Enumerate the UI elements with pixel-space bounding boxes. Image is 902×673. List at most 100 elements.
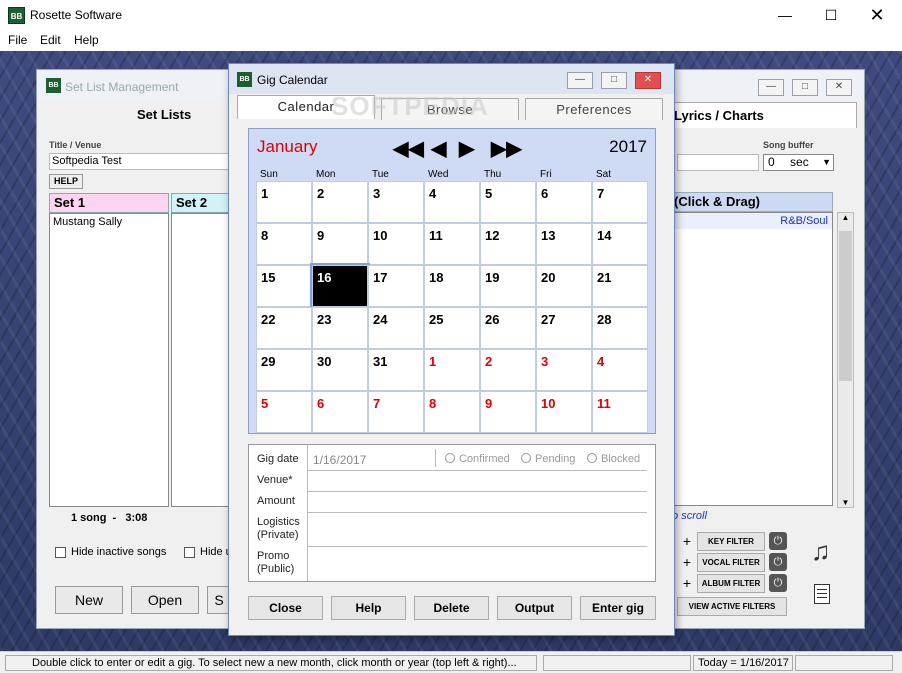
- help-dialog-button[interactable]: Help: [331, 596, 406, 620]
- setlist-close-button[interactable]: ✕: [826, 79, 852, 96]
- calendar-day-cell[interactable]: 29: [256, 349, 312, 391]
- calendar-day-cell[interactable]: 22: [256, 307, 312, 349]
- amount-field[interactable]: [309, 492, 649, 512]
- calendar-day-cell[interactable]: 25: [424, 307, 480, 349]
- calendar-day-cell[interactable]: 5: [480, 181, 536, 223]
- calendar-day-cell[interactable]: 23: [312, 307, 368, 349]
- calendar-day-cell[interactable]: 15: [256, 265, 312, 307]
- calendar-day-cell[interactable]: 26: [480, 307, 536, 349]
- calendar-day-cell[interactable]: 3: [368, 181, 424, 223]
- power-icon[interactable]: ⏻: [769, 532, 787, 550]
- calendar-day-cell[interactable]: 19: [480, 265, 536, 307]
- menu-edit[interactable]: Edit: [40, 33, 61, 47]
- blocked-radio[interactable]: Blocked: [587, 453, 640, 465]
- year-selector[interactable]: 2017: [609, 137, 647, 157]
- calendar-day-cell[interactable]: 9: [480, 391, 536, 433]
- list-item[interactable]: Mustang Sally: [50, 214, 168, 230]
- setlist-minimize-button[interactable]: —: [758, 79, 784, 96]
- title-venue-input[interactable]: Softpedia Test: [49, 153, 229, 170]
- set2-list[interactable]: [171, 213, 231, 507]
- calendar-day-cell[interactable]: 3: [536, 349, 592, 391]
- calendar-day-cell[interactable]: 2: [480, 349, 536, 391]
- scrollbar-thumb[interactable]: [839, 231, 852, 381]
- calendar-day-cell[interactable]: 7: [368, 391, 424, 433]
- new-button[interactable]: New: [55, 586, 123, 614]
- month-selector[interactable]: January: [257, 137, 317, 157]
- calendar-day-cell[interactable]: 1: [256, 181, 312, 223]
- gig-restore-button[interactable]: □: [601, 72, 627, 89]
- confirmed-radio[interactable]: Confirmed: [445, 453, 510, 465]
- calendar-day-cell[interactable]: 9: [312, 223, 368, 265]
- calendar-day-cell[interactable]: 1: [424, 349, 480, 391]
- prev-year-button[interactable]: ◀◀: [393, 139, 424, 159]
- open-button[interactable]: Open: [131, 586, 199, 614]
- close-button[interactable]: Close: [248, 596, 323, 620]
- calendar-day-cell[interactable]: 5: [256, 391, 312, 433]
- gig-minimize-button[interactable]: —: [567, 72, 593, 89]
- logistics-field[interactable]: [309, 513, 649, 545]
- calendar-day-cell[interactable]: 11: [592, 391, 648, 433]
- prev-month-button[interactable]: ◀: [431, 139, 446, 159]
- calendar-day-cell[interactable]: 20: [536, 265, 592, 307]
- hide-inactive-checkbox[interactable]: [55, 547, 66, 558]
- add-vocal-filter-button[interactable]: +: [679, 553, 695, 572]
- list-item[interactable]: R&B/Soul: [670, 213, 832, 229]
- tab-lyrics-charts[interactable]: Lyrics / Charts: [669, 102, 857, 128]
- calendar-day-cell[interactable]: 10: [368, 223, 424, 265]
- pending-radio[interactable]: Pending: [521, 453, 575, 465]
- hide-other-checkbox[interactable]: [184, 547, 195, 558]
- setlist-restore-button[interactable]: □: [792, 79, 818, 96]
- maximize-button[interactable]: ☐: [808, 0, 854, 31]
- add-album-filter-button[interactable]: +: [679, 574, 695, 593]
- next-month-button[interactable]: ▶: [459, 139, 474, 159]
- calendar-day-cell[interactable]: 11: [424, 223, 480, 265]
- calendar-day-cell[interactable]: 4: [424, 181, 480, 223]
- power-icon[interactable]: ⏻: [769, 553, 787, 571]
- menu-help[interactable]: Help: [74, 33, 99, 47]
- add-key-filter-button[interactable]: +: [679, 532, 695, 551]
- document-icon[interactable]: [814, 584, 830, 604]
- calendar-day-cell[interactable]: 30: [312, 349, 368, 391]
- close-window-button[interactable]: ✕: [854, 0, 900, 31]
- gig-date-value[interactable]: 1/16/2017: [313, 453, 366, 467]
- set1-column-header[interactable]: Set 1: [49, 193, 169, 213]
- calendar-day-cell[interactable]: 27: [536, 307, 592, 349]
- output-button[interactable]: Output: [497, 596, 572, 620]
- calendar-day-cell[interactable]: 18: [424, 265, 480, 307]
- power-icon[interactable]: ⏻: [769, 574, 787, 592]
- calendar-day-cell[interactable]: 4: [592, 349, 648, 391]
- calendar-day-cell[interactable]: 7: [592, 181, 648, 223]
- song-library-list[interactable]: R&B/Soul: [669, 212, 833, 506]
- calendar-day-cell[interactable]: 14: [592, 223, 648, 265]
- calendar-day-cell[interactable]: 8: [424, 391, 480, 433]
- calendar-day-cell[interactable]: 16: [310, 263, 370, 309]
- promo-field[interactable]: [309, 547, 649, 579]
- scroll-up-icon[interactable]: ▲: [838, 213, 853, 222]
- calendar-day-cell[interactable]: 8: [256, 223, 312, 265]
- next-year-button[interactable]: ▶▶: [491, 139, 522, 159]
- calendar-day-cell[interactable]: 6: [312, 391, 368, 433]
- calendar-day-cell[interactable]: 21: [592, 265, 648, 307]
- menu-file[interactable]: File: [8, 33, 27, 47]
- calendar-day-cell[interactable]: 28: [592, 307, 648, 349]
- calendar-day-cell[interactable]: 24: [368, 307, 424, 349]
- calendar-day-cell[interactable]: 2: [312, 181, 368, 223]
- enter-gig-button[interactable]: Enter gig: [580, 596, 656, 620]
- calendar-day-cell[interactable]: 31: [368, 349, 424, 391]
- vocal-filter-button[interactable]: VOCAL FILTER: [697, 553, 765, 572]
- delete-button[interactable]: Delete: [414, 596, 489, 620]
- calendar-day-cell[interactable]: 10: [536, 391, 592, 433]
- set1-list[interactable]: Mustang Sally: [49, 213, 169, 507]
- song-list-scrollbar[interactable]: ▲ ▼: [837, 212, 854, 508]
- calendar-day-cell[interactable]: 17: [368, 265, 424, 307]
- view-active-filters-button[interactable]: VIEW ACTIVE FILTERS: [677, 597, 787, 616]
- right-text-field[interactable]: [677, 154, 759, 171]
- key-filter-button[interactable]: KEY FILTER: [697, 532, 765, 551]
- album-filter-button[interactable]: ALBUM FILTER: [697, 574, 765, 593]
- gig-close-button[interactable]: ✕: [635, 72, 661, 89]
- calendar-day-cell[interactable]: 6: [536, 181, 592, 223]
- minimize-button[interactable]: —: [762, 0, 808, 31]
- venue-field[interactable]: [309, 471, 649, 491]
- song-buffer-select[interactable]: 0 sec ▼: [763, 154, 834, 171]
- calendar-day-cell[interactable]: 13: [536, 223, 592, 265]
